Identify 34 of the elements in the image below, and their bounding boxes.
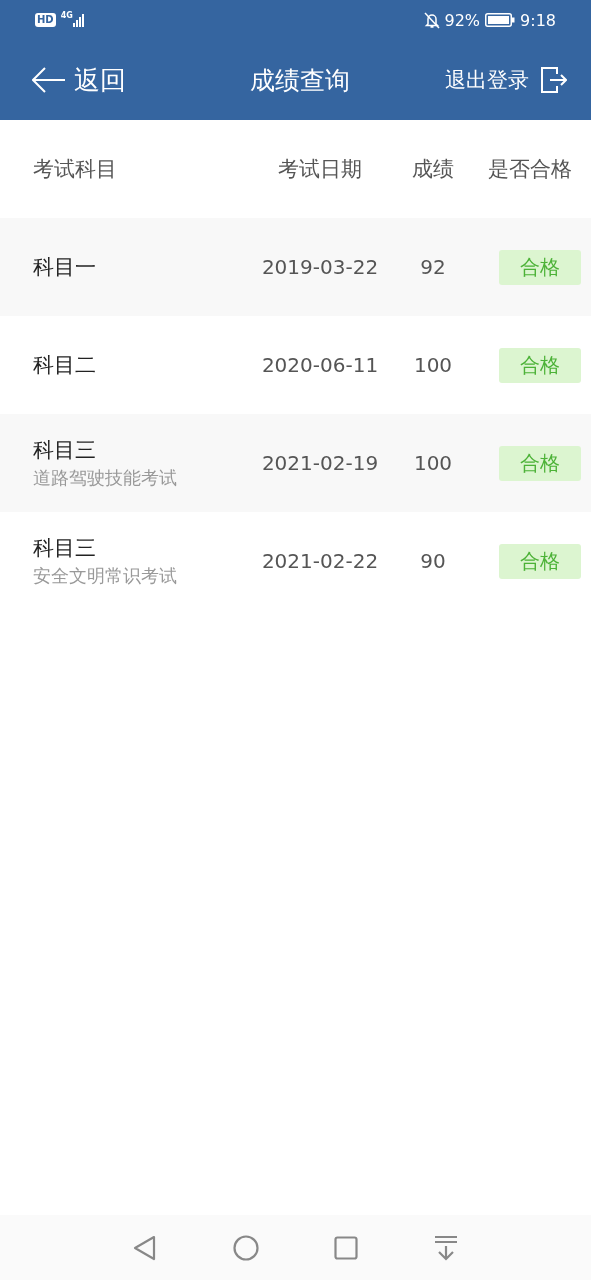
exam-score: 90 — [419, 549, 447, 573]
exam-date: 2021-02-22 — [260, 549, 380, 573]
exam-score: 92 — [419, 255, 447, 279]
muted-bell-icon — [423, 11, 440, 29]
back-button[interactable]: 返回 — [32, 58, 126, 102]
column-header: 考试科目 — [33, 156, 118, 183]
exam-score: 100 — [412, 451, 454, 475]
result-badge: 合格 — [499, 445, 581, 481]
subject-name: 科目一 — [33, 254, 97, 281]
column-header: 是否合格 — [487, 156, 573, 183]
network-badge: HD — [35, 13, 56, 27]
exam-score: 100 — [412, 353, 454, 377]
signal-icon — [72, 13, 87, 27]
clock-time: 9:18 — [520, 10, 556, 30]
result-badge: 合格 — [499, 249, 581, 285]
battery-icon — [485, 13, 516, 27]
exam-date: 2019-03-22 — [260, 255, 380, 279]
result-badge: 合格 — [499, 347, 581, 383]
exam-date: 2020-06-11 — [260, 353, 380, 377]
logout-icon — [541, 67, 567, 93]
page-title: 成绩查询 — [248, 64, 351, 97]
subject-name: 科目二 — [33, 352, 97, 379]
logout-button[interactable]: 退出登录 — [445, 62, 567, 98]
battery-percent: 92% — [444, 10, 481, 30]
column-header: 考试日期 — [277, 156, 363, 183]
result-badge: 合格 — [499, 543, 581, 579]
subject-name: 科目三 — [33, 535, 97, 562]
exam-date: 2021-02-19 — [260, 451, 380, 475]
back-arrow-icon — [32, 67, 66, 93]
column-header: 成绩 — [411, 156, 455, 183]
subject-subtitle: 道路驾驶技能考试 — [33, 466, 178, 490]
network-type: 4G — [60, 11, 73, 20]
subject-subtitle: 安全文明常识考试 — [33, 564, 178, 588]
subject-name: 科目三 — [33, 437, 97, 464]
